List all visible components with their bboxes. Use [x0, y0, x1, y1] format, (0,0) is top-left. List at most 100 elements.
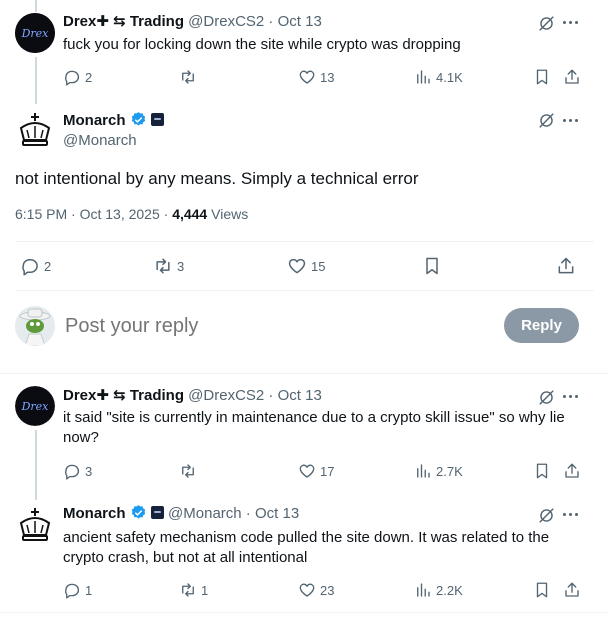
like-button[interactable]: 23	[298, 581, 334, 599]
share-button[interactable]	[563, 462, 581, 480]
reply-icon	[65, 70, 80, 86]
repost-icon	[182, 70, 194, 84]
post-timestamp[interactable]: 6:15 PM · Oct 13, 2025 ·	[15, 206, 172, 222]
verified-badge-icon	[131, 505, 145, 519]
dot-separator: ·	[245, 505, 251, 522]
author-name[interactable]: Monarch	[63, 112, 126, 129]
reply-icon	[65, 583, 80, 599]
bookmark-icon	[426, 257, 438, 275]
repost-count: 1	[201, 582, 209, 598]
repost-count: 3	[177, 258, 185, 274]
bookmark-button[interactable]	[533, 462, 551, 480]
reply-count: 3	[85, 463, 93, 479]
frog-avatar-icon	[15, 306, 55, 346]
heart-icon	[299, 70, 315, 84]
like-button[interactable]: 17	[298, 462, 334, 480]
divider	[0, 373, 609, 374]
like-count: 15	[311, 258, 326, 274]
author-handle[interactable]: @DrexCS2	[188, 13, 264, 30]
thread-line-1	[35, 57, 37, 104]
bookmark-button[interactable]	[533, 581, 551, 599]
author-handle[interactable]: @DrexCS2	[188, 387, 264, 404]
more-options-button[interactable]	[563, 119, 578, 122]
reply-input[interactable]	[65, 312, 485, 340]
share-button[interactable]	[563, 581, 581, 599]
more-dots-icon	[563, 119, 578, 122]
grok-icon[interactable]	[537, 506, 556, 530]
reply-count: 2	[44, 258, 52, 274]
thread-line-2	[35, 430, 37, 500]
share-button[interactable]	[556, 256, 576, 276]
reply-button[interactable]: 2	[20, 256, 51, 276]
avatar-monarch[interactable]	[15, 505, 55, 545]
bookmark-icon	[536, 463, 548, 479]
repost-button[interactable]: 1	[179, 581, 208, 599]
dot-separator: ·	[268, 387, 274, 404]
views-count: 4.1K	[436, 69, 463, 85]
thread-line-top	[35, 0, 37, 12]
share-icon	[565, 69, 579, 84]
bookmark-icon	[536, 69, 548, 85]
repost-button[interactable]	[179, 462, 197, 480]
divider	[15, 290, 594, 291]
share-icon	[558, 257, 574, 274]
affiliate-badge-icon[interactable]	[150, 506, 164, 519]
author-handle[interactable]: @Monarch	[168, 505, 242, 522]
like-count: 23	[320, 582, 335, 598]
share-button[interactable]	[563, 68, 581, 86]
repost-button[interactable]	[179, 68, 197, 86]
reply-submit-button[interactable]: Reply	[504, 308, 579, 343]
reply-icon	[65, 464, 80, 480]
reply-count: 2	[85, 69, 93, 85]
author-name[interactable]: Monarch	[63, 505, 126, 522]
bookmark-button[interactable]	[422, 256, 442, 276]
avatar-drex[interactable]: Drex	[15, 13, 55, 53]
like-count: 13	[320, 69, 335, 85]
like-button[interactable]: 13	[298, 68, 334, 86]
views-label: Views	[207, 206, 249, 222]
author-handle[interactable]: @Monarch	[63, 131, 137, 151]
post-text: fuck you for locking down the site while…	[63, 36, 461, 53]
affiliate-badge-icon[interactable]	[151, 113, 165, 126]
divider	[0, 612, 609, 613]
reply-button[interactable]: 1	[63, 581, 92, 599]
crown-logo-icon	[19, 508, 51, 541]
more-dots-icon	[563, 513, 578, 516]
views-count: 4,444	[172, 206, 208, 222]
post-date[interactable]: Oct 13	[255, 505, 299, 522]
reply-button[interactable]: 3	[63, 462, 92, 480]
views-icon	[417, 464, 430, 478]
repost-button[interactable]: 3	[153, 256, 184, 276]
views-icon	[417, 70, 430, 84]
avatar-drex[interactable]: Drex	[15, 386, 55, 426]
more-options-button[interactable]	[563, 21, 578, 24]
divider	[15, 241, 594, 242]
more-options-button[interactable]	[563, 513, 578, 516]
reply-icon	[22, 259, 38, 276]
avatar-monarch[interactable]	[15, 110, 55, 150]
grok-icon[interactable]	[537, 111, 556, 135]
post-date[interactable]: Oct 13	[278, 387, 322, 404]
author-name[interactable]: Drex✚ ⇆ Trading	[63, 387, 184, 404]
bookmark-button[interactable]	[533, 68, 551, 86]
svg-text:Drex: Drex	[21, 400, 50, 413]
post-text: ancient safety mechanism code pulled the…	[63, 529, 550, 566]
heart-icon	[299, 464, 315, 478]
crown-logo-icon	[19, 113, 51, 146]
views-button[interactable]: 4.1K	[414, 68, 463, 86]
more-dots-icon	[563, 395, 578, 398]
views-button[interactable]: 2.7K	[414, 462, 463, 480]
more-options-button[interactable]	[563, 395, 578, 398]
svg-text:Drex: Drex	[21, 27, 50, 40]
reply-button[interactable]: 2	[63, 68, 92, 86]
bookmark-icon	[536, 582, 548, 598]
like-count: 17	[320, 463, 335, 479]
more-dots-icon	[563, 21, 578, 24]
post-date[interactable]: Oct 13	[278, 13, 322, 30]
dot-separator: ·	[268, 13, 274, 30]
author-name[interactable]: Drex✚ ⇆ Trading	[63, 13, 184, 30]
main-post-text: not intentional by any means. Simply a t…	[15, 169, 419, 188]
like-button[interactable]: 15	[287, 256, 325, 276]
avatar-current-user[interactable]	[15, 306, 55, 346]
views-button[interactable]: 2.2K	[414, 581, 463, 599]
